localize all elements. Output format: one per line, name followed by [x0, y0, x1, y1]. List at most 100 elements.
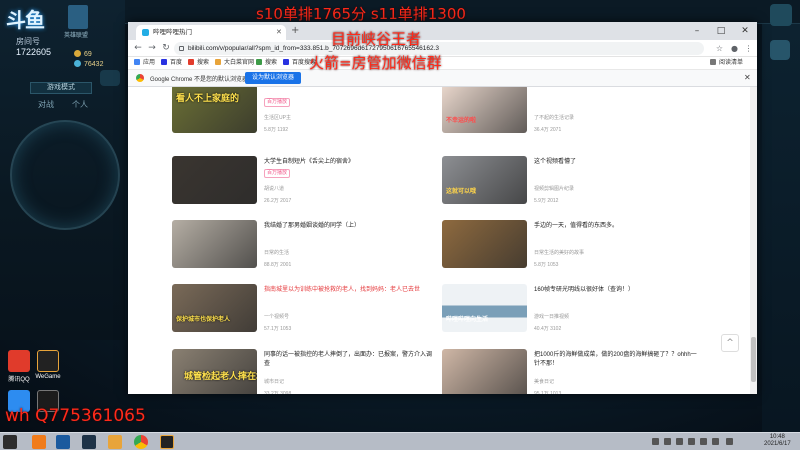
thumbnail-caption: 城管检起老人摔在地上 [184, 372, 257, 382]
scrollbar[interactable] [750, 87, 757, 394]
tray-icon[interactable] [664, 438, 671, 445]
taskbar-app-icon[interactable] [32, 435, 46, 449]
video-stats: 57.1万 1053 [264, 326, 292, 332]
video-card[interactable]: 这就可以哦 这个视频看懵了 视频剪辑图片纪录 5.9万 2012 [442, 156, 702, 216]
game-mode-button[interactable]: 游戏模式 [30, 82, 92, 94]
video-title[interactable]: 手边的一天，值得看的东西多。 [534, 222, 702, 231]
video-card[interactable]: 城管检起老人摔在地上同事的话一被指控的老人摔倒了，出面办：已报案，警方介入调查城… [172, 349, 432, 394]
more-menu-icon[interactable]: ⋮ [743, 43, 754, 54]
video-title[interactable]: 160帧专研光明线以很好体（查询！） [534, 286, 702, 295]
reading-list[interactable]: 阅读清单 [710, 59, 743, 68]
chrome-toolbar: ← → ↻ bilibili.com/v/popular/all?spm_id_… [128, 40, 757, 57]
game-shop-icon[interactable] [100, 70, 120, 86]
overlay-group-text: 火箭=房管加微信群 [309, 54, 442, 72]
video-title[interactable]: 我结婚了那男婚姻谈婚的同学（上） [264, 222, 432, 231]
back-to-top-button[interactable]: ^ [721, 334, 739, 352]
uploader-name[interactable]: 日常生活的美好的故事 [534, 249, 584, 256]
uploader-name[interactable]: 一个视频号 [264, 313, 289, 320]
tray-icon[interactable] [688, 438, 695, 445]
video-title[interactable]: 同事的话一被指控的老人摔倒了，出面办：已报案，警方介入调查 [264, 351, 432, 369]
uploader-name[interactable]: 城市日记 [264, 378, 284, 385]
uploader-name[interactable]: 视频剪辑图片纪录 [534, 185, 574, 192]
input-method-icon[interactable] [726, 438, 733, 445]
video-thumbnail[interactable] [442, 220, 527, 268]
bookmark-dabaicai[interactable]: 大白菜官网 [215, 59, 254, 68]
tray-icon[interactable] [676, 438, 683, 445]
taskbar-wegame-icon[interactable] [160, 435, 174, 449]
bookmark-baidu[interactable]: 百度 [161, 59, 182, 68]
video-thumbnail[interactable]: 看人不上家庭的 [172, 87, 257, 133]
video-thumbnail[interactable]: 不幸运的啦 [442, 87, 527, 133]
video-card[interactable]: 哔哩哔哩向生活 160帧专研光明线以很好体（查询！） 游戏一日推视频 40.4万 31… [442, 284, 702, 344]
start-icon[interactable] [3, 435, 17, 449]
video-card[interactable]: 看人不上家庭的 百万播放 生活区UP主 5.8万 1192 [172, 87, 432, 145]
bookmark-search[interactable]: 搜索 [188, 59, 209, 68]
game-right-panel [762, 24, 800, 432]
uploader-name[interactable]: 了不起的生活记录 [534, 114, 574, 121]
video-title[interactable]: 这个视频看懵了 [534, 158, 702, 167]
profile-icon[interactable]: ● [729, 43, 740, 54]
clock[interactable]: 10:48 2021/6/17 [764, 434, 791, 448]
video-card[interactable]: 把1000斤的海鲜做成菜，做的200盘的海鲜搞砸了？？ohhh一针不那！ 美食日记… [442, 349, 702, 394]
taskbar-app-icon[interactable] [56, 435, 70, 449]
uploader-name[interactable]: 游戏一日推视频 [534, 313, 569, 320]
game-tab-battle[interactable]: 对战 [38, 99, 54, 110]
video-thumbnail[interactable]: 哔哩哔哩向生活 [442, 284, 527, 332]
video-title[interactable]: 大学生自制短片《舌尖上的宿舍》 [264, 158, 432, 167]
forward-icon[interactable]: → [146, 42, 158, 54]
video-thumbnail[interactable]: 保护城市也保护老人 [172, 284, 257, 332]
uploader-name[interactable]: 生活区UP主 [264, 114, 291, 121]
video-thumbnail[interactable] [172, 220, 257, 268]
video-card[interactable]: 不幸运的啦 了不起的生活记录 36.4万 2071 [442, 87, 702, 145]
taskbar-lol-icon[interactable] [82, 435, 96, 449]
thumbnail-caption: 不幸运的啦 [446, 117, 477, 124]
tray-icon[interactable] [652, 438, 659, 445]
uploader-name[interactable]: 日常的生活 [264, 249, 289, 256]
browser-tab[interactable]: 哔哩哔哩热门 ✕ [136, 25, 286, 40]
video-thumbnail[interactable] [172, 156, 257, 204]
uploader-name[interactable]: 胡说八道 [264, 185, 284, 192]
game-tab-profile[interactable]: 个人 [72, 99, 88, 110]
coin-icon [74, 50, 81, 57]
taskbar-app-icon[interactable] [108, 435, 122, 449]
video-card[interactable]: 保护城市也保护老人 指南城里以为训练中被抢救的老人，找到妈妈：老人已去世 一个视频号… [172, 284, 432, 344]
infobar-close-icon[interactable]: ✕ [744, 73, 751, 82]
video-card[interactable]: 我结婚了那男婚姻谈婚的同学（上） 日常的生活 88.8万 2001 [172, 220, 432, 280]
video-stats: 5.8万 1053 [534, 262, 559, 268]
video-title[interactable]: 指南城里以为训练中被抢救的老人，找到妈妈：老人已去世 [264, 286, 432, 295]
game-menu-icon[interactable] [770, 4, 792, 26]
thumbnail-caption: 保护城市也保护老人 [176, 316, 231, 323]
taskbar-chrome-icon[interactable] [134, 435, 148, 449]
game-friend-icon[interactable] [770, 40, 790, 60]
bookmark-apps[interactable]: 应用 [134, 59, 155, 68]
scroll-thumb[interactable] [751, 337, 756, 382]
maximize-icon[interactable]: □ [709, 22, 733, 40]
wegame-desktop-icon[interactable] [37, 350, 59, 372]
video-stats: 95.1万 1013 [534, 391, 562, 394]
back-icon[interactable]: ← [132, 42, 144, 54]
chrome-logo-icon [136, 74, 144, 82]
reload-icon[interactable]: ↻ [160, 42, 172, 54]
room-number: 1722605 [16, 47, 52, 57]
set-default-button[interactable]: 设为默认浏览器 [245, 72, 301, 84]
overlay-rank-banner: s10单排1765分 s11单排1300 [256, 5, 466, 23]
star-icon[interactable]: ☆ [714, 43, 725, 54]
qq-desktop-icon[interactable] [8, 350, 30, 372]
tab-close-icon[interactable]: ✕ [276, 25, 282, 40]
uploader-name[interactable]: 美食日记 [534, 378, 554, 385]
video-thumbnail[interactable]: 这就可以哦 [442, 156, 527, 204]
video-title[interactable]: 把1000斤的海鲜做成菜，做的200盘的海鲜搞砸了？？ohhh一针不那！ [534, 351, 702, 369]
bookmark-search2[interactable]: 搜索 [256, 59, 277, 68]
volume-icon[interactable] [712, 438, 719, 445]
network-icon[interactable] [700, 438, 707, 445]
minimize-icon[interactable]: – [685, 22, 709, 40]
thumbnail-caption: 这就可以哦 [446, 188, 477, 195]
window-close-icon[interactable]: ✕ [733, 22, 757, 40]
video-thumbnail[interactable] [442, 349, 527, 394]
video-thumbnail[interactable]: 城管检起老人摔在地上 [172, 349, 257, 394]
new-tab-icon[interactable]: + [291, 25, 299, 37]
chrome-window: 哔哩哔哩热门 ✕ + – □ ✕ ← → ↻ bilibili.com/v/po… [128, 22, 757, 394]
game-logo-icon[interactable] [68, 5, 88, 29]
video-card[interactable]: 大学生自制短片《舌尖上的宿舍》 百万播放 胡说八道 26.2万 2017 [172, 156, 432, 216]
video-card[interactable]: 手边的一天，值得看的东西多。 日常生活的美好的故事 5.8万 1053 [442, 220, 702, 280]
